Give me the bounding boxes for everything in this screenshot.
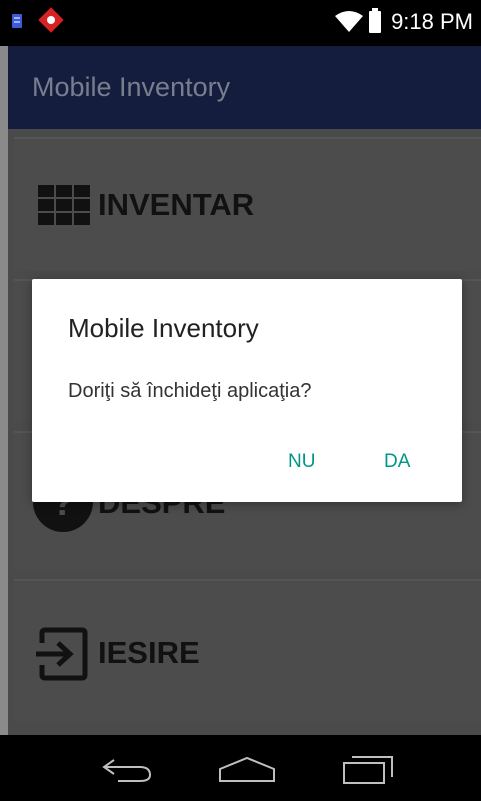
- menu-item-label: INVENTAR: [98, 187, 255, 222]
- status-bar: 9:18 PM: [0, 0, 481, 46]
- menu-item-label: IESIRE: [98, 635, 200, 670]
- menu-item-inventar[interactable]: INVENTAR: [14, 137, 481, 271]
- back-icon[interactable]: [100, 755, 154, 785]
- battery-icon: [369, 8, 382, 33]
- dialog-no-button[interactable]: NU: [288, 451, 315, 473]
- grid-icon: [38, 185, 90, 225]
- dialog-message: Doriţi să închideţi aplicaţia?: [68, 380, 312, 402]
- exit-confirm-dialog: Mobile Inventory Doriţi să închideţi apl…: [32, 279, 462, 502]
- wifi-icon: [335, 11, 364, 32]
- recents-icon[interactable]: [340, 753, 394, 787]
- status-bar-right: 9:18 PM: [335, 8, 473, 35]
- notification-icon: [12, 14, 22, 28]
- exit-icon: [36, 627, 88, 681]
- dialog-title: Mobile Inventory: [68, 313, 259, 343]
- status-bar-left: [12, 7, 64, 33]
- menu-item-iesire[interactable]: IESIRE: [14, 579, 481, 721]
- app-title: Mobile Inventory: [32, 72, 231, 102]
- home-icon[interactable]: [218, 755, 276, 785]
- app-alert-icon: [38, 7, 64, 33]
- navigation-bar: [0, 735, 481, 801]
- phone-screen: 9:18 PM Mobile Inventory INVENTAR ? DESP…: [0, 0, 481, 801]
- dialog-yes-button[interactable]: DA: [384, 451, 410, 473]
- app-bar: Mobile Inventory: [8, 46, 481, 129]
- status-time: 9:18 PM: [391, 9, 473, 34]
